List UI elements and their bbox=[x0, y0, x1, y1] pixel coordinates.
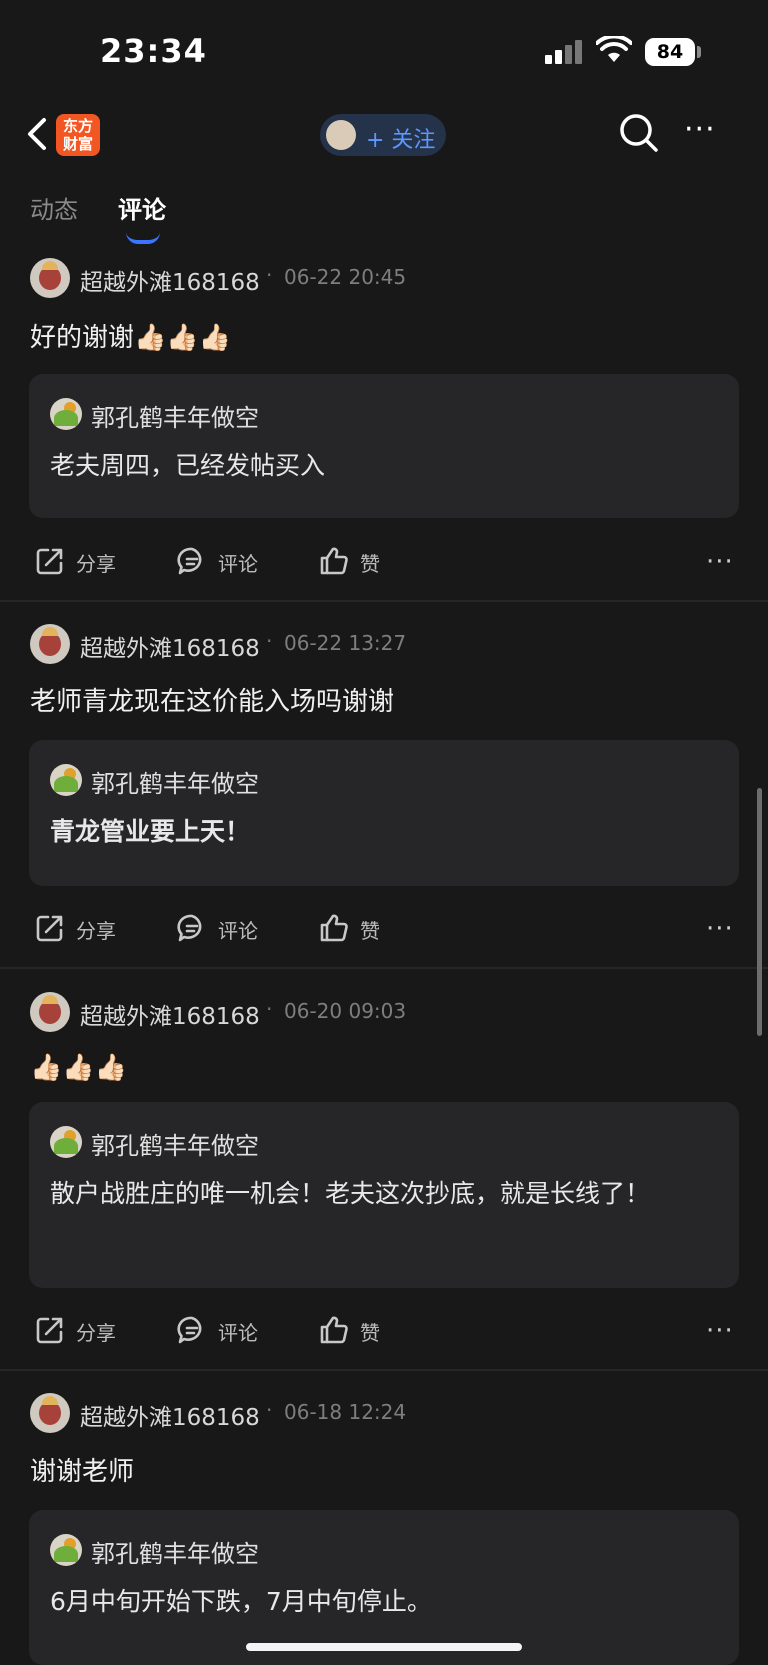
post-more-icon[interactable]: ··· bbox=[706, 914, 734, 944]
status-time: 23:34 bbox=[100, 32, 207, 70]
author-name[interactable]: 超越外滩168168 bbox=[80, 263, 260, 297]
post-time: 06-20 09:03 bbox=[284, 999, 407, 1023]
more-icon[interactable]: ··· bbox=[684, 115, 724, 150]
nav-bar: 东方 财富 + 关注 ··· bbox=[0, 100, 768, 172]
battery-level: 84 bbox=[645, 38, 695, 66]
share-label: 分享 bbox=[76, 919, 116, 943]
avatar[interactable] bbox=[30, 624, 70, 664]
quote-author: 郭孔鹤丰年做空 bbox=[91, 404, 259, 432]
comment-label: 评论 bbox=[218, 919, 258, 943]
post-author-row[interactable]: 超越外滩168168 · 06-20 09:03 bbox=[30, 992, 750, 1032]
quote-avatar bbox=[50, 1126, 82, 1158]
separator-dot: · bbox=[266, 263, 273, 287]
home-indicator[interactable] bbox=[246, 1643, 522, 1651]
quote-avatar bbox=[50, 764, 82, 796]
divider bbox=[0, 600, 768, 602]
separator-dot: · bbox=[266, 1398, 273, 1422]
post-actions: 分享 评论 赞 ··· bbox=[0, 1310, 768, 1350]
quote-text: 散户战胜庄的唯一机会！老夫这次抄底，就是长线了！ bbox=[50, 1179, 651, 1208]
post-more-icon[interactable]: ··· bbox=[706, 547, 734, 577]
post-author-row[interactable]: 超越外滩168168 · 06-18 12:24 bbox=[30, 1393, 750, 1433]
quoted-post[interactable]: 郭孔鹤丰年做空 6月中旬开始下跌，7月中旬停止。 bbox=[29, 1510, 739, 1665]
thumbs-up-icon bbox=[320, 914, 348, 942]
share-label: 分享 bbox=[76, 1321, 116, 1345]
comment-label: 评论 bbox=[218, 552, 258, 576]
quoted-post[interactable]: 郭孔鹤丰年做空 散户战胜庄的唯一机会！老夫这次抄底，就是长线了！ bbox=[29, 1102, 739, 1288]
quoted-post[interactable]: 郭孔鹤丰年做空 老夫周四，已经发帖买入 bbox=[29, 374, 739, 518]
wifi-icon bbox=[596, 36, 632, 62]
author-name[interactable]: 超越外滩168168 bbox=[80, 1398, 260, 1432]
like-label: 赞 bbox=[360, 919, 380, 943]
post-content[interactable]: 老师青龙现在这价能入场吗谢谢 bbox=[30, 684, 740, 720]
thumbs-up-icon bbox=[320, 547, 348, 575]
comment-icon bbox=[177, 1316, 202, 1344]
avatar[interactable] bbox=[30, 1393, 70, 1433]
avatar[interactable] bbox=[30, 258, 70, 298]
separator-dot: · bbox=[266, 997, 273, 1021]
post-time: 06-22 13:27 bbox=[284, 631, 407, 655]
post-content[interactable]: 谢谢老师 bbox=[30, 1454, 740, 1490]
back-chevron-icon[interactable] bbox=[22, 114, 52, 154]
search-icon[interactable] bbox=[618, 112, 660, 154]
status-bar: 23:34 84 bbox=[0, 0, 768, 100]
share-icon bbox=[36, 548, 63, 575]
quoted-post[interactable]: 郭孔鹤丰年做空 青龙管业要上天！ bbox=[29, 740, 739, 886]
tab-dynamic[interactable]: 动态 bbox=[30, 190, 78, 225]
share-icon bbox=[36, 1317, 63, 1344]
follow-label: + 关注 bbox=[366, 128, 436, 153]
divider bbox=[0, 1369, 768, 1371]
post-more-icon[interactable]: ··· bbox=[706, 1316, 734, 1346]
quote-author: 郭孔鹤丰年做空 bbox=[91, 770, 259, 798]
post-time: 06-18 12:24 bbox=[284, 1400, 407, 1424]
quote-text: 老夫周四，已经发帖买入 bbox=[50, 451, 326, 480]
post-content[interactable]: 好的谢谢👍🏻👍🏻👍🏻 bbox=[30, 320, 740, 356]
quote-avatar bbox=[50, 1534, 82, 1566]
comment-label: 评论 bbox=[218, 1321, 258, 1345]
share-icon bbox=[36, 915, 63, 942]
scrollbar[interactable] bbox=[757, 788, 762, 1036]
follow-button[interactable]: + 关注 bbox=[320, 114, 446, 156]
quote-author: 郭孔鹤丰年做空 bbox=[91, 1132, 259, 1160]
comment-icon bbox=[177, 914, 202, 942]
author-name[interactable]: 超越外滩168168 bbox=[80, 629, 260, 663]
post-author-row[interactable]: 超越外滩168168 · 06-22 13:27 bbox=[30, 624, 750, 664]
quote-text: 青龙管业要上天！ bbox=[50, 817, 251, 846]
divider bbox=[0, 967, 768, 969]
like-label: 赞 bbox=[360, 552, 380, 576]
post-actions: 分享 评论 赞 ··· bbox=[0, 541, 768, 581]
comment-icon bbox=[177, 547, 202, 575]
thumbs-up-icon bbox=[320, 1316, 348, 1344]
quote-text: 6月中旬开始下跌，7月中旬停止。 bbox=[50, 1587, 432, 1616]
avatar[interactable] bbox=[30, 992, 70, 1032]
battery-tip bbox=[697, 46, 701, 58]
tab-active-indicator bbox=[126, 232, 160, 244]
eastmoney-logo: 东方 财富 bbox=[56, 114, 100, 156]
share-label: 分享 bbox=[76, 552, 116, 576]
post-author-row[interactable]: 超越外滩168168 · 06-22 20:45 bbox=[30, 258, 750, 298]
separator-dot: · bbox=[266, 629, 273, 653]
cellular-signal-icon bbox=[545, 40, 585, 64]
post-time: 06-22 20:45 bbox=[284, 265, 407, 289]
quote-author: 郭孔鹤丰年做空 bbox=[91, 1540, 259, 1568]
tab-bar: 动态 评论 bbox=[0, 190, 768, 244]
quote-avatar bbox=[50, 398, 82, 430]
user-avatar bbox=[326, 120, 356, 150]
post-content[interactable]: 👍🏻👍🏻👍🏻 bbox=[30, 1050, 740, 1086]
like-label: 赞 bbox=[360, 1321, 380, 1345]
post-actions: 分享 评论 赞 ··· bbox=[0, 908, 768, 948]
tab-comment[interactable]: 评论 bbox=[118, 190, 166, 225]
author-name[interactable]: 超越外滩168168 bbox=[80, 997, 260, 1031]
